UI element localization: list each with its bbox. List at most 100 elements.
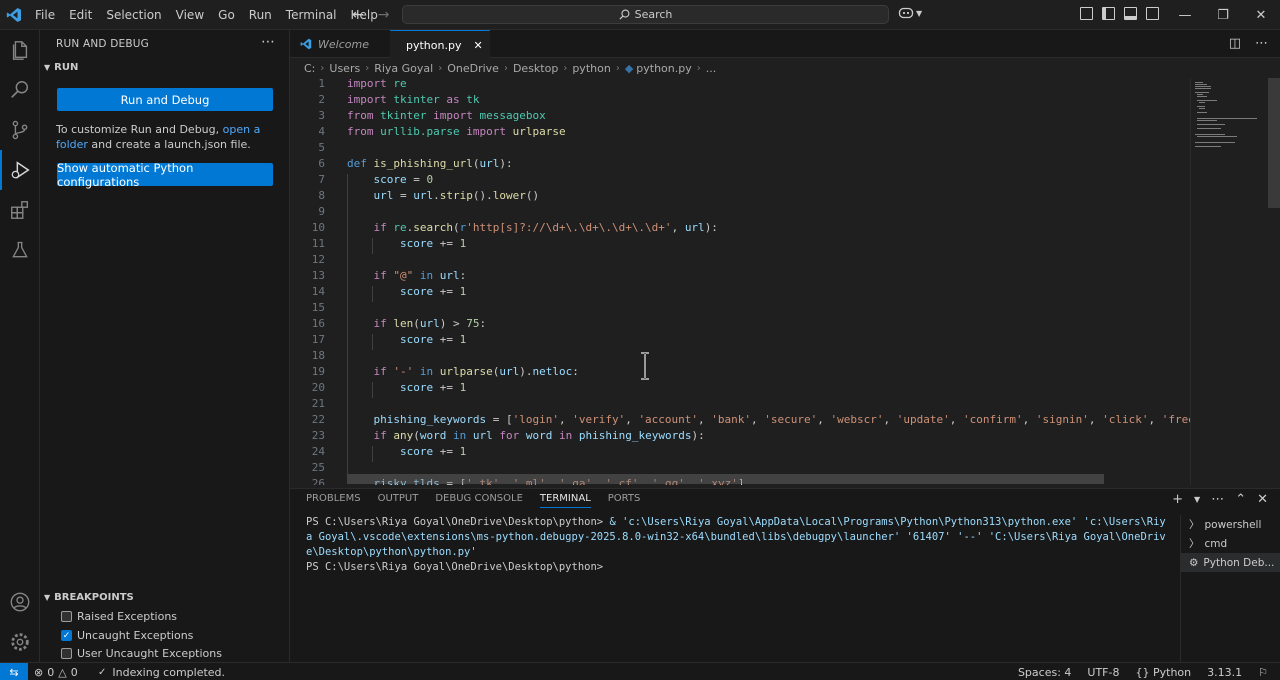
customize-layout-icon[interactable] [1080, 7, 1093, 20]
toggle-secondary-sidebar-icon[interactable] [1146, 7, 1159, 20]
close-tab-icon[interactable]: ✕ [473, 39, 482, 52]
breadcrumb-users[interactable]: Users [329, 62, 360, 75]
code-line[interactable]: 4 from urllib.parse import urlparse [290, 124, 1190, 140]
more-actions-icon[interactable]: ⋯ [261, 34, 275, 50]
code-line[interactable]: 2 import tkinter as tk [290, 92, 1190, 108]
menu-edit[interactable]: Edit [62, 0, 99, 30]
run-section-header[interactable]: ▼ RUN [44, 62, 78, 73]
breakpoint-raised-exceptions[interactable]: Raised Exceptions [61, 610, 177, 623]
back-arrow-icon[interactable]: ← [352, 7, 364, 23]
uncaught-exceptions-checkbox[interactable]: ✓ [61, 630, 72, 641]
encoding-status[interactable]: UTF-8 [1087, 666, 1119, 679]
breadcrumb-python-folder[interactable]: python [572, 62, 610, 75]
code-line[interactable]: 22 phishing_keywords = ['login', 'verify… [290, 412, 1190, 428]
code-line[interactable]: 9 [290, 204, 1190, 220]
breakpoint-user-uncaught-exceptions[interactable]: User Uncaught Exceptions [61, 647, 222, 660]
breadcrumb-symbols[interactable]: ... [706, 62, 717, 75]
new-terminal-icon[interactable]: + [1172, 492, 1183, 508]
run-and-debug-button[interactable]: Run and Debug [57, 88, 273, 111]
toggle-primary-sidebar-icon[interactable] [1102, 7, 1115, 20]
menu-go[interactable]: Go [211, 0, 242, 30]
chevron-down-icon[interactable]: ▼ [1194, 492, 1200, 508]
code-line[interactable]: 23 if any(word in url for word in phishi… [290, 428, 1190, 444]
python-version-status[interactable]: 3.13.1 [1207, 666, 1242, 679]
breadcrumb-user[interactable]: Riya Goyal [374, 62, 433, 75]
code-line[interactable]: 12 [290, 252, 1190, 268]
toggle-panel-icon[interactable] [1124, 7, 1137, 20]
tab-python-py[interactable]: python.py ✕ [390, 30, 490, 59]
restore-icon[interactable]: ❐ [1204, 0, 1242, 30]
menu-run[interactable]: Run [242, 0, 279, 30]
code-line[interactable]: 14 score += 1 [290, 284, 1190, 300]
breadcrumb-desktop[interactable]: Desktop [513, 62, 558, 75]
terminal-output[interactable]: PS C:\Users\Riya Goyal\OneDrive\Desktop\… [306, 515, 1166, 575]
user-uncaught-exceptions-checkbox[interactable] [61, 648, 72, 659]
extensions-icon[interactable] [0, 190, 40, 230]
code-line[interactable]: 17 score += 1 [290, 332, 1190, 348]
code-line[interactable]: 5 [290, 140, 1190, 156]
code-line[interactable]: 13 if "@" in url: [290, 268, 1190, 284]
terminal-cmd[interactable]: 〉 cmd [1181, 534, 1280, 553]
forward-arrow-icon[interactable]: → [378, 7, 390, 23]
tab-ports[interactable]: PORTS [608, 493, 641, 508]
breadcrumb-drive[interactable]: C: [304, 62, 315, 75]
more-actions-icon[interactable]: ⋯ [1211, 492, 1224, 508]
source-control-icon[interactable] [0, 110, 40, 150]
code-line[interactable]: 7 score = 0 [290, 172, 1190, 188]
run-and-debug-icon[interactable] [0, 150, 40, 190]
tab-debug-console[interactable]: DEBUG CONSOLE [435, 493, 523, 508]
terminal-python-debug[interactable]: ⚙ Python Deb... [1181, 553, 1280, 572]
terminal-powershell[interactable]: 〉 powershell [1181, 515, 1280, 534]
split-editor-icon[interactable]: ◫ [1229, 36, 1241, 51]
explorer-icon[interactable] [0, 30, 40, 70]
remote-icon[interactable]: ⇆ [0, 663, 28, 680]
code-line[interactable]: 15 [290, 300, 1190, 316]
code-line[interactable]: 11 score += 1 [290, 236, 1190, 252]
more-actions-icon[interactable]: ⋯ [1255, 36, 1268, 51]
testing-flask-icon[interactable] [0, 230, 40, 270]
close-window-icon[interactable]: ✕ [1242, 0, 1280, 30]
code-line[interactable]: 1 import re [290, 78, 1190, 92]
breakpoint-uncaught-exceptions[interactable]: ✓ Uncaught Exceptions [61, 629, 193, 642]
manage-gear-icon[interactable] [0, 622, 40, 662]
code-line[interactable]: 8 url = url.strip().lower() [290, 188, 1190, 204]
code-line[interactable]: 18 [290, 348, 1190, 364]
search-icon[interactable] [0, 70, 40, 110]
tab-problems[interactable]: PROBLEMS [306, 493, 361, 508]
code-line[interactable]: 3 from tkinter import messagebox [290, 108, 1190, 124]
code-line[interactable]: 24 score += 1 [290, 444, 1190, 460]
code-line[interactable]: 6 def is_phishing_url(url): [290, 156, 1190, 172]
raised-exceptions-checkbox[interactable] [61, 611, 72, 622]
menu-terminal[interactable]: Terminal [279, 0, 344, 30]
menu-file[interactable]: File [28, 0, 62, 30]
show-python-configs-button[interactable]: Show automatic Python configurations [57, 161, 273, 189]
minimize-icon[interactable]: — [1166, 0, 1204, 30]
indentation-status[interactable]: Spaces: 4 [1018, 666, 1071, 679]
menu-selection[interactable]: Selection [99, 0, 168, 30]
close-panel-icon[interactable]: ✕ [1257, 492, 1268, 508]
code-line[interactable]: 20 score += 1 [290, 380, 1190, 396]
tab-welcome[interactable]: Welcome [290, 30, 390, 58]
horizontal-scrollbar[interactable] [347, 474, 1104, 484]
breadcrumb-file[interactable]: python.py [636, 62, 691, 75]
notifications-bell-icon[interactable]: ⚐ [1258, 666, 1268, 679]
vertical-scrollbar[interactable] [1268, 78, 1280, 208]
indexing-status[interactable]: ✓ Indexing completed. [98, 663, 225, 680]
copilot-button[interactable]: ▼ [898, 6, 922, 20]
code-line[interactable]: 10 if re.search(r'http[s]?://\d+\.\d+\.\… [290, 220, 1190, 236]
breakpoints-section-header[interactable]: ▼ BREAKPOINTS [44, 592, 134, 603]
menu-view[interactable]: View [169, 0, 211, 30]
command-center-search[interactable]: Search [402, 5, 889, 24]
code-editor[interactable]: 1 import re 2 import tkinter as tk 3 from tki… [290, 78, 1190, 485]
code-line[interactable]: 16 if len(url) > 75: [290, 316, 1190, 332]
minimap[interactable] [1190, 78, 1268, 485]
problems-status[interactable]: ⊗ 0 △ 0 [34, 663, 78, 680]
code-line[interactable]: 19 if '-' in urlparse(url).netloc: [290, 364, 1190, 380]
tab-output[interactable]: OUTPUT [378, 493, 419, 508]
tab-terminal[interactable]: TERMINAL [539, 493, 591, 508]
language-mode-status[interactable]: {} Python [1135, 666, 1191, 679]
code-line[interactable]: 21 [290, 396, 1190, 412]
maximize-panel-icon[interactable]: ⌃ [1235, 492, 1246, 508]
breadcrumb-onedrive[interactable]: OneDrive [447, 62, 499, 75]
account-icon[interactable] [0, 582, 40, 622]
